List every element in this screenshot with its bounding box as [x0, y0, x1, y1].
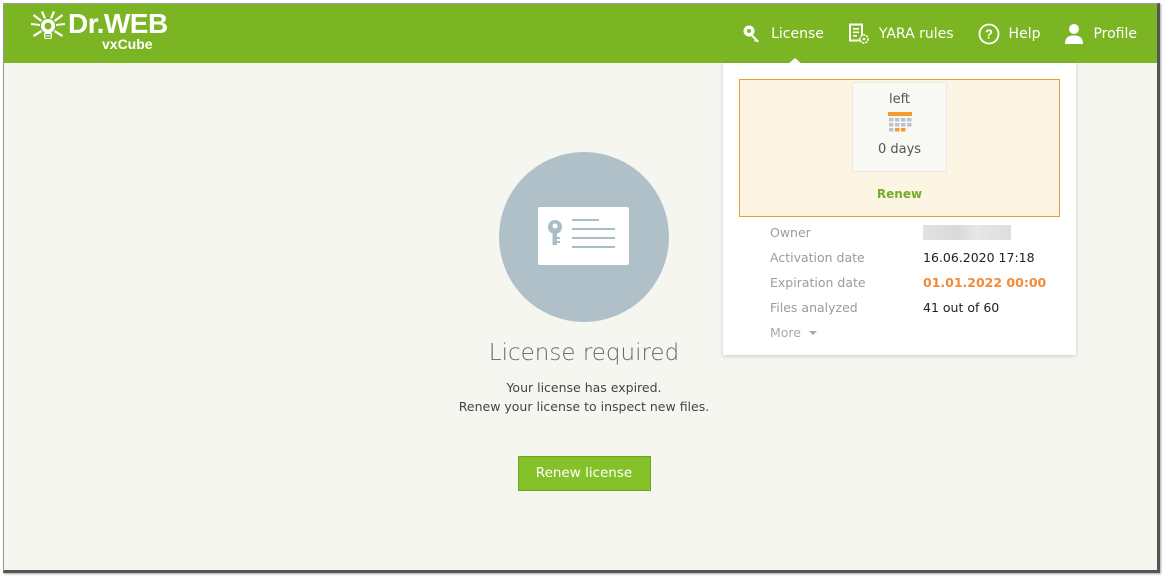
expiration-date-label: Expiration date: [770, 275, 866, 290]
files-analyzed-label: Files analyzed: [770, 300, 858, 315]
more-label: More: [770, 325, 801, 340]
nav-yara-rules[interactable]: YARA rules: [848, 4, 954, 63]
license-message: Your license has expired. Renew your lic…: [399, 378, 769, 416]
main-nav: License YARA rules ? Help Profile: [718, 4, 1137, 64]
days-left-label: left: [888, 92, 911, 107]
nav-profile[interactable]: Profile: [1064, 4, 1137, 63]
nav-license[interactable]: License: [742, 4, 824, 64]
owner-label: Owner: [770, 225, 811, 240]
license-status-box: left 0 days Renew: [739, 79, 1060, 217]
question-circle-icon: ?: [978, 23, 999, 44]
info-row-activation: Activation date 16.06.2020 17:18: [770, 245, 1060, 270]
key-search-icon: [743, 25, 760, 42]
activation-date-value: 16.06.2020 17:18: [923, 250, 1035, 265]
nav-profile-label: Profile: [1093, 25, 1137, 42]
more-toggle[interactable]: More: [770, 325, 1060, 340]
days-left-value: 0 days: [877, 142, 922, 157]
license-info: Owner Activation date 16.06.2020 17:18 E…: [770, 220, 1060, 340]
nav-license-label: License: [771, 25, 824, 42]
owner-value-redacted: [923, 225, 1011, 240]
renew-license-button[interactable]: Renew license: [517, 456, 651, 491]
license-dropdown: left 0 days Renew Owner Activation date …: [723, 63, 1076, 355]
calendar-icon: [887, 112, 912, 132]
app-window: Dr.WEB vxCube License YARA rules ? Help …: [3, 3, 1160, 573]
license-illustration: [499, 152, 669, 322]
expiration-date-value: 01.01.2022 00:00: [923, 275, 1047, 290]
nav-yara-label: YARA rules: [878, 25, 954, 42]
info-row-owner: Owner: [770, 220, 1060, 245]
info-row-files: Files analyzed 41 out of 60: [770, 295, 1060, 320]
license-message-line1: Your license has expired.: [506, 380, 662, 395]
days-left-card: left 0 days: [852, 82, 947, 172]
brand-title: Dr.WEB: [68, 8, 168, 39]
license-message-line2: Renew your license to inspect new files.: [458, 399, 710, 414]
info-row-expiration: Expiration date 01.01.2022 00:00: [770, 270, 1060, 295]
spider-logo-icon: [31, 11, 65, 39]
brand-subtitle: vxCube: [102, 36, 153, 52]
license-card-icon: [538, 207, 629, 265]
user-icon: [1065, 23, 1084, 44]
files-analyzed-value: 41 out of 60: [923, 300, 1000, 315]
top-bar: Dr.WEB vxCube License YARA rules ? Help …: [4, 4, 1157, 64]
svg-text:?: ?: [985, 26, 993, 41]
document-gear-icon: [848, 23, 869, 44]
page-title: License required: [488, 340, 680, 366]
renew-link[interactable]: Renew: [740, 187, 1059, 201]
caret-down-icon: [809, 330, 817, 335]
nav-help-label: Help: [1008, 25, 1041, 42]
nav-help[interactable]: ? Help: [978, 4, 1041, 63]
activation-date-label: Activation date: [770, 250, 865, 265]
logo[interactable]: Dr.WEB vxCube: [30, 10, 168, 51]
license-required-panel: License required Your license has expire…: [399, 152, 769, 491]
